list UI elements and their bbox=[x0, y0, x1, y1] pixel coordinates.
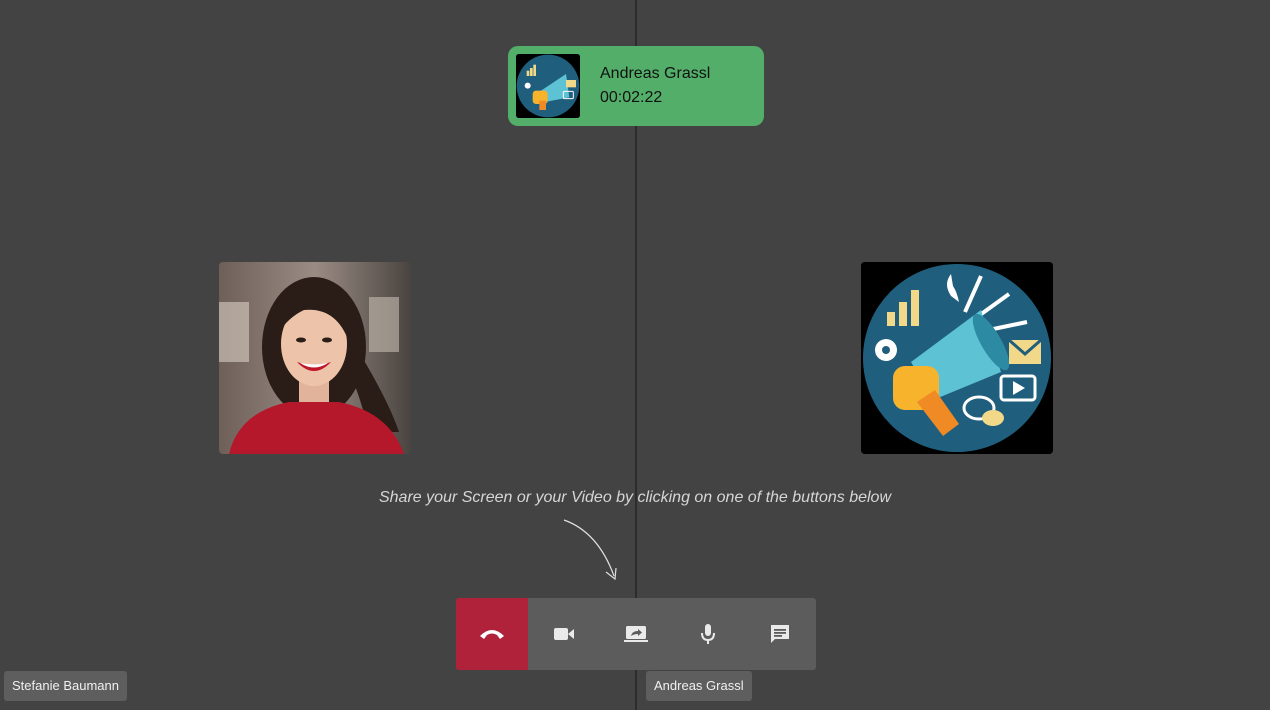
share-screen-icon bbox=[624, 626, 648, 642]
microphone-icon bbox=[701, 624, 715, 644]
caller-name: Andreas Grassl bbox=[600, 65, 711, 82]
participant-photo bbox=[219, 262, 411, 454]
caller-avatar-thumbnail bbox=[516, 54, 580, 118]
open-chat-button[interactable] bbox=[744, 598, 816, 670]
active-call-banner: Andreas Grassl 00:02:22 bbox=[508, 46, 764, 126]
hang-up-button[interactable] bbox=[456, 598, 528, 670]
share-screen-button[interactable] bbox=[600, 598, 672, 670]
call-duration: 00:02:22 bbox=[600, 89, 663, 106]
share-hint-text: Share your Screen or your Video by click… bbox=[378, 489, 891, 506]
local-participant-video bbox=[219, 262, 411, 454]
video-call-stage: Andreas Grassl 00:02:22 Share your Scree… bbox=[0, 0, 1270, 710]
hint-arrow-icon bbox=[563, 519, 617, 581]
local-participant-name-tag: Stefanie Baumann bbox=[4, 671, 127, 701]
chat-icon bbox=[771, 625, 789, 643]
hangup-phone-icon bbox=[480, 630, 504, 639]
remote-participant-name-tag: Andreas Grassl bbox=[646, 671, 752, 701]
video-camera-icon bbox=[554, 628, 574, 640]
marketing-megaphone-logo bbox=[861, 262, 1053, 454]
remote-participant-video bbox=[861, 262, 1053, 454]
toggle-microphone-button[interactable] bbox=[672, 598, 744, 670]
call-controls-toolbar bbox=[456, 598, 816, 670]
toggle-video-button[interactable] bbox=[528, 598, 600, 670]
